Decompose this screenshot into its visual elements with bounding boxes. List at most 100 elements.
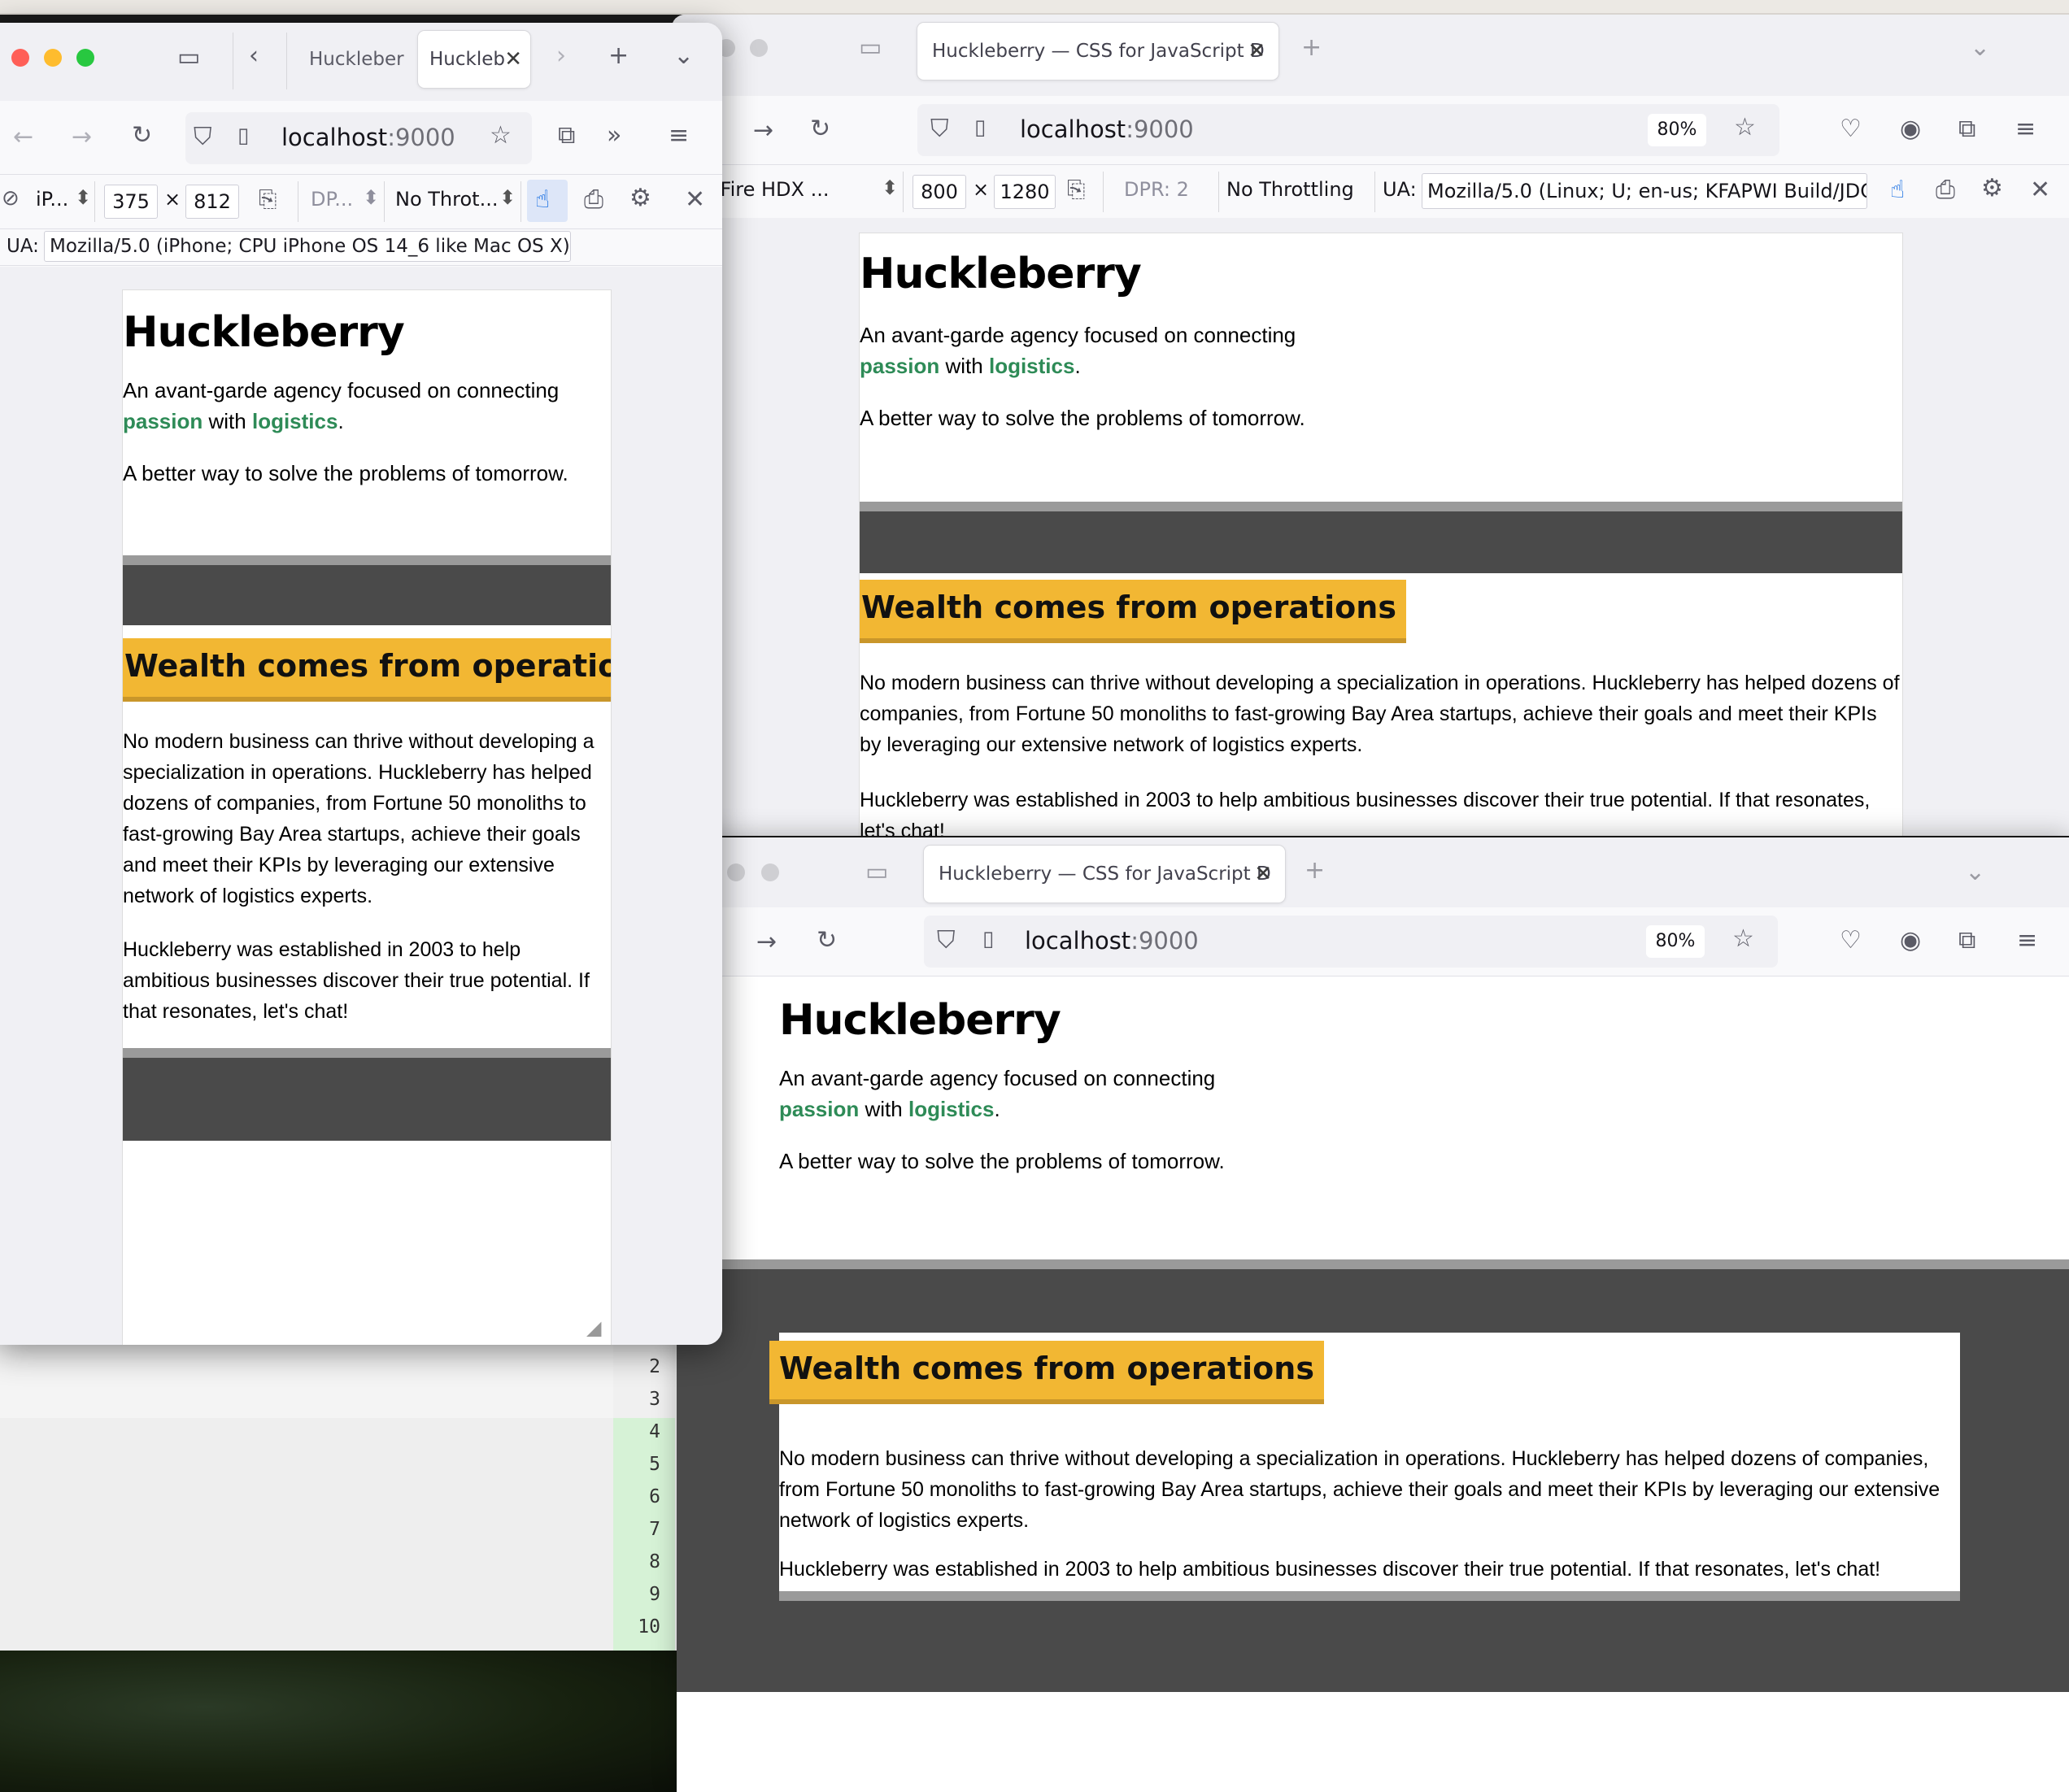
scroll-tabs-right-icon[interactable]: › xyxy=(556,44,566,68)
touch-simulation-icon[interactable]: ☝ xyxy=(1890,178,1905,202)
device-selector[interactable]: iP... xyxy=(36,188,68,211)
passion-link[interactable]: passion xyxy=(123,409,203,433)
hero-bar-top xyxy=(677,1259,2069,1269)
window-minimize-dot[interactable] xyxy=(750,39,768,57)
desktop-wallpaper xyxy=(0,1651,683,1792)
screenshot-icon[interactable]: ⎙ xyxy=(1936,178,1955,202)
logistics-link[interactable]: logistics xyxy=(989,354,1074,378)
bookmark-star-icon[interactable]: ☆ xyxy=(1732,927,1754,951)
menu-icon[interactable]: ≡ xyxy=(669,124,689,148)
new-tab-icon[interactable]: + xyxy=(1305,859,1325,883)
close-rdm-icon[interactable]: ✕ xyxy=(2030,178,2050,202)
macos-menubar xyxy=(0,0,2069,15)
close-tab-icon[interactable]: ✕ xyxy=(1254,862,1272,886)
new-tab-icon[interactable]: + xyxy=(1301,36,1322,60)
pocket-icon[interactable]: ♡ xyxy=(1840,117,1862,141)
window-minimize-dot[interactable] xyxy=(761,863,779,881)
better-way-text: A better way to solve the problems of to… xyxy=(860,406,1305,430)
account-icon[interactable]: ◉ xyxy=(1900,929,1921,953)
tab-huckleberry[interactable]: Huckleberry — CSS for JavaScript D ✕ xyxy=(924,846,1285,903)
url-bar[interactable]: ⛉ ▯ localhost:9000 ☆ xyxy=(185,112,532,164)
pocket-icon[interactable]: ♡ xyxy=(1840,929,1862,953)
account-icon[interactable]: ◉ xyxy=(1900,117,1921,141)
url-host: localhost xyxy=(281,124,388,151)
dpr-selector[interactable]: DP... xyxy=(311,188,353,211)
separator xyxy=(286,33,287,89)
established-paragraph: Huckleberry was established in 2003 to h… xyxy=(123,938,590,1023)
url-host: localhost xyxy=(1020,115,1126,143)
list-tabs-chevron-icon[interactable]: ⌄ xyxy=(673,44,694,68)
separator xyxy=(94,181,95,222)
separator xyxy=(1103,172,1104,212)
line-number: 4 xyxy=(649,1421,660,1442)
forward-icon[interactable]: → xyxy=(753,119,773,143)
forward-icon[interactable]: → xyxy=(72,125,92,150)
rotate-viewport-icon[interactable]: ⎘ xyxy=(1067,178,1085,201)
close-tab-icon[interactable]: ✕ xyxy=(1248,39,1265,63)
hero-bar-top xyxy=(860,502,1902,511)
shield-icon[interactable]: ⛉ xyxy=(930,117,949,141)
separator xyxy=(1374,172,1375,212)
zoom-indicator[interactable]: 80% xyxy=(1646,925,1705,958)
new-tab-icon[interactable]: + xyxy=(608,44,629,68)
settings-gear-icon[interactable]: ⚙ xyxy=(1981,176,2003,201)
reload-icon[interactable]: ↻ xyxy=(810,117,830,141)
rotate-viewport-icon[interactable]: ⎘ xyxy=(259,188,277,211)
tab-huckleberry[interactable]: Huckleberry — CSS for JavaScript D ✕ xyxy=(917,23,1278,80)
touch-simulation-icon[interactable]: ☝ xyxy=(535,188,550,212)
logistics-link[interactable]: logistics xyxy=(908,1097,994,1121)
viewport-width-input[interactable]: 375 xyxy=(104,185,158,219)
close-tab-icon[interactable]: ✕ xyxy=(504,47,522,72)
extensions-icon[interactable]: ⧉ xyxy=(1958,929,1975,953)
url-bar[interactable]: ⛉ ▯ localhost:9000 80% ☆ xyxy=(924,916,1778,968)
bookmark-star-icon[interactable]: ☆ xyxy=(490,124,512,148)
window-minimize-dot[interactable] xyxy=(44,49,62,67)
list-tabs-chevron-icon[interactable]: ⌄ xyxy=(1965,860,1985,885)
browser-window-iphone: ▭ ‹ Huckleber Huckleb ✕ › + ⌄ ← → ↻ ⛉ ▯ … xyxy=(0,23,722,1345)
overflow-chevrons-icon[interactable]: » xyxy=(607,124,621,148)
list-tabs-chevron-icon[interactable]: ⌄ xyxy=(1970,36,1990,60)
user-agent-input[interactable]: Mozilla/5.0 (Linux; U; en-us; KFAPWI Bui… xyxy=(1422,173,1867,209)
url-bar[interactable]: ⛉ ▯ localhost:9000 80% ☆ xyxy=(917,104,1779,156)
reload-icon[interactable]: ↻ xyxy=(132,124,152,148)
tagline: An avant-garde agency focused on connect… xyxy=(860,323,1296,347)
forward-icon[interactable]: → xyxy=(756,930,777,955)
resize-handle-icon[interactable]: ◢ xyxy=(586,1316,601,1340)
reload-icon[interactable]: ↻ xyxy=(817,929,837,953)
passion-link[interactable]: passion xyxy=(860,354,939,378)
viewport-width-input[interactable]: 800 xyxy=(913,175,966,209)
wealth-heading: Wealth comes from operations xyxy=(123,638,611,702)
passion-link[interactable]: passion xyxy=(779,1097,859,1121)
tab-groups-icon[interactable]: ▭ xyxy=(177,46,200,70)
close-rdm-icon[interactable]: ✕ xyxy=(685,188,705,212)
viewport-height-input[interactable]: 812 xyxy=(185,185,239,219)
screenshot-icon[interactable]: ⎙ xyxy=(584,188,603,212)
shield-icon[interactable]: ⛉ xyxy=(194,125,212,150)
user-agent-input[interactable]: Mozilla/5.0 (iPhone; CPU iPhone OS 14_6 … xyxy=(44,231,571,262)
window-close-dot[interactable] xyxy=(11,49,29,67)
window-zoom-dot[interactable] xyxy=(76,49,94,67)
scroll-tabs-left-icon[interactable]: ‹ xyxy=(249,44,259,68)
extensions-icon[interactable]: ⧉ xyxy=(558,124,575,148)
menu-icon[interactable]: ≡ xyxy=(2015,117,2036,141)
tab-title-inactive[interactable]: Huckleber xyxy=(309,49,404,70)
throttle-selector[interactable]: No Throt... xyxy=(395,188,498,211)
zoom-indicator[interactable]: 80% xyxy=(1648,114,1706,146)
tab-groups-icon[interactable]: ▭ xyxy=(859,36,882,60)
page-title: Huckleberry xyxy=(123,308,405,357)
throttle-selector[interactable]: No Throttling xyxy=(1226,178,1354,201)
extensions-icon[interactable]: ⧉ xyxy=(1958,117,1975,141)
settings-gear-icon[interactable]: ⚙ xyxy=(629,186,651,211)
viewport-height-input[interactable]: 1280 xyxy=(994,175,1056,209)
bookmark-star-icon[interactable]: ☆ xyxy=(1734,115,1756,140)
tab-huckleberry-active[interactable]: Huckleb ✕ xyxy=(418,31,530,88)
menu-icon[interactable]: ≡ xyxy=(2017,929,2037,953)
with-text: with xyxy=(945,354,983,378)
dpr-selector[interactable]: DPR: 2 xyxy=(1124,178,1189,201)
logistics-link[interactable]: logistics xyxy=(252,409,338,433)
tab-groups-icon[interactable]: ▭ xyxy=(865,860,888,885)
back-icon[interactable]: ← xyxy=(13,125,33,150)
shield-icon[interactable]: ⛉ xyxy=(937,929,956,953)
window-close-dot[interactable] xyxy=(727,863,745,881)
period-text: . xyxy=(1074,354,1081,378)
